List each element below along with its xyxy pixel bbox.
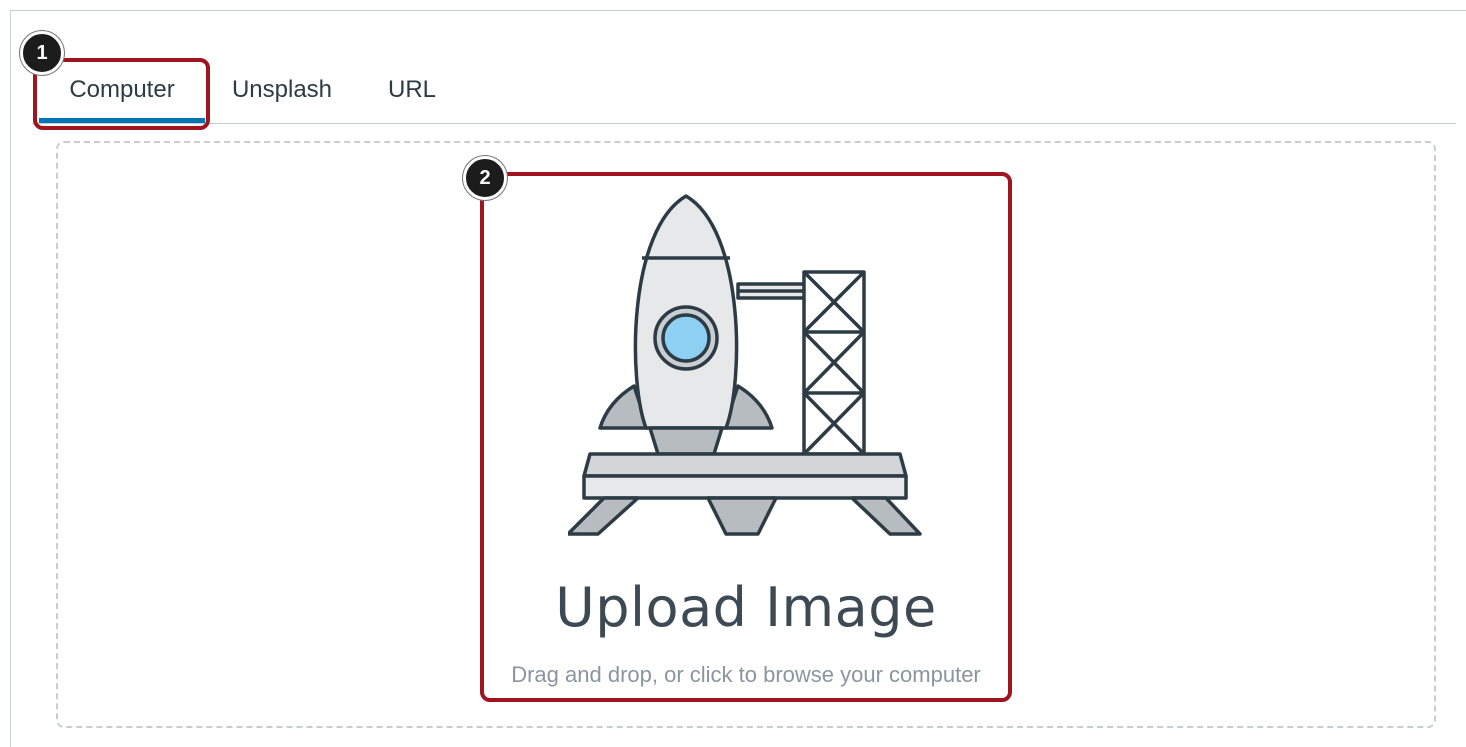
tab-url-label: URL — [387, 75, 436, 103]
upload-title: Upload Image — [555, 576, 937, 639]
upload-instructions: Drag and drop, or click to browse your c… — [511, 662, 981, 687]
tab-url[interactable]: URL — [377, 56, 447, 123]
tab-unsplash[interactable]: Unsplash — [217, 56, 347, 123]
callout-badge-2: 2 — [463, 156, 507, 200]
callout-badge-1: 1 — [20, 31, 64, 75]
rocket-launchpad-icon — [568, 194, 922, 536]
upload-image-target[interactable]: Upload Image Drag and drop, or click to … — [484, 176, 1008, 696]
tab-computer-label: Computer — [69, 75, 175, 103]
tab-unsplash-label: Unsplash — [231, 75, 333, 103]
selected-tab-indicator — [39, 118, 205, 123]
source-tabs: Computer Unsplash URL — [32, 56, 1456, 124]
tab-computer[interactable]: Computer — [37, 56, 207, 123]
